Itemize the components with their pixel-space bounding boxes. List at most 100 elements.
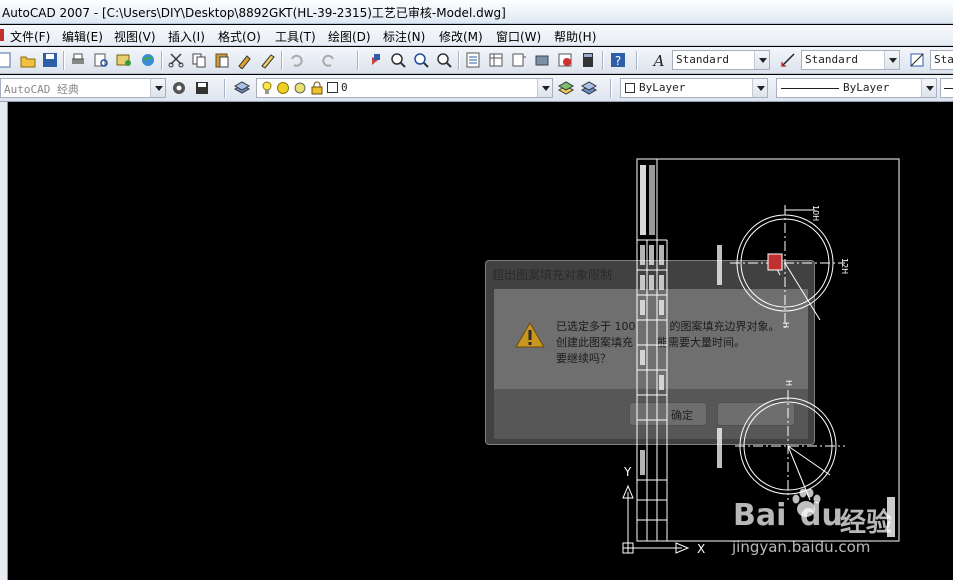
color-swatch <box>625 83 635 93</box>
workspace-value: AutoCAD 经典 <box>4 83 79 96</box>
dim-style-value: Standard <box>805 53 858 66</box>
tool-palettes-icon[interactable] <box>510 51 528 69</box>
watermark-url: jingyan.baidu.com <box>732 538 871 556</box>
plot-preview-icon[interactable] <box>92 51 110 69</box>
separator <box>636 51 638 70</box>
undo-icon[interactable] <box>287 51 305 69</box>
menu-view[interactable]: 视图(V) <box>114 28 156 45</box>
dialog-message-line1-tail: 的图案填充边界对象。 <box>669 320 780 333</box>
menu-help[interactable]: 帮助(H) <box>554 28 596 45</box>
separator <box>458 51 460 70</box>
text-style-select[interactable]: Standard <box>672 50 770 70</box>
dialog-title: 超出图案填充对象限制 <box>492 268 613 282</box>
table-style-value: Sta <box>934 53 953 66</box>
watermark-brand: Bai <box>733 498 787 533</box>
color-select[interactable]: ByLayer <box>620 78 768 98</box>
menu-edit[interactable]: 编辑(E) <box>62 28 103 45</box>
chevron-down-icon[interactable] <box>884 51 899 69</box>
make-layer-current-icon[interactable] <box>557 79 575 97</box>
zoom-window-icon[interactable] <box>412 51 430 69</box>
workspace-select[interactable]: AutoCAD 经典 <box>0 78 166 98</box>
standard-toolbar: ? A Standard Standard Sta <box>0 47 953 74</box>
linetype-preview <box>781 88 839 89</box>
table-style-icon[interactable] <box>908 51 926 69</box>
menu-draw[interactable]: 绘图(D) <box>328 28 371 45</box>
markup-icon[interactable] <box>556 51 574 69</box>
layer-value: 0 <box>341 81 348 94</box>
copy-icon[interactable] <box>190 51 208 69</box>
paste-icon[interactable] <box>213 51 231 69</box>
warning-icon <box>515 321 545 349</box>
dialog-message-line2: 创建此图案填充 能需要大量时间。 <box>556 334 745 350</box>
lock-icon[interactable] <box>311 81 323 95</box>
dialog-message-line1: 已选定多于 100 的图案填充边界对象。 <box>556 318 780 334</box>
calculator-icon[interactable] <box>579 51 597 69</box>
layer-select[interactable]: 0 <box>256 78 553 98</box>
block-editor-icon[interactable] <box>259 51 277 69</box>
app-menu-icon[interactable] <box>0 29 4 41</box>
design-center-icon[interactable] <box>487 51 505 69</box>
menu-window[interactable]: 窗口(W) <box>496 28 541 45</box>
menu-bar: 文件(F) 编辑(E) 视图(V) 插入(I) 格式(O) 工具(T) 绘图(D… <box>0 25 953 46</box>
menu-file[interactable]: 文件(F) <box>10 28 50 45</box>
new-icon[interactable] <box>0 51 14 69</box>
dialog-message-line2-head: 创建此图案填充 <box>556 336 633 349</box>
separator <box>224 79 226 98</box>
dialog-message-line3: 要继续吗？ <box>556 352 611 365</box>
menu-insert[interactable]: 插入(I) <box>168 28 205 45</box>
globe-icon[interactable] <box>139 51 157 69</box>
menu-dimension[interactable]: 标注(N) <box>383 28 425 45</box>
match-properties-icon[interactable] <box>236 51 254 69</box>
workspace-settings-icon[interactable] <box>170 79 188 97</box>
chevron-down-icon[interactable] <box>754 51 769 69</box>
lightbulb-icon[interactable] <box>261 81 273 95</box>
layer-previous-icon[interactable] <box>580 79 598 97</box>
dim-style-select[interactable]: Standard <box>801 50 900 70</box>
layer-color-swatch <box>327 82 338 93</box>
menu-modify[interactable]: 修改(M) <box>439 28 483 45</box>
print-icon[interactable] <box>69 51 87 69</box>
chevron-down-icon[interactable] <box>537 79 552 97</box>
ok-button-label: 确定 <box>671 409 693 422</box>
watermark-brand-jingyan: 经验 <box>840 508 893 538</box>
chevron-down-icon[interactable] <box>921 79 936 97</box>
workspace-save-icon[interactable] <box>193 79 211 97</box>
chevron-down-icon[interactable] <box>150 79 165 97</box>
redo-icon[interactable] <box>320 51 338 69</box>
table-style-select[interactable]: Sta <box>930 50 953 70</box>
lineweight-select[interactable] <box>940 78 953 98</box>
chevron-down-icon[interactable] <box>752 79 767 97</box>
separator <box>610 79 612 98</box>
separator <box>161 51 163 70</box>
pan-icon[interactable] <box>366 51 384 69</box>
color-value: ByLayer <box>639 81 686 94</box>
open-icon[interactable] <box>19 51 37 69</box>
svg-text:A: A <box>652 52 665 69</box>
save-icon[interactable] <box>41 51 59 69</box>
hatch-limit-dialog: 超出图案填充对象限制 已选定多于 100 的图案填充边界对象。 创建此图案填充 能需… <box>485 260 815 445</box>
layer-manager-icon[interactable] <box>233 79 251 97</box>
ok-button[interactable]: 确定 <box>629 402 707 426</box>
text-style-icon[interactable]: A <box>650 51 668 69</box>
separator <box>357 51 359 70</box>
sheet-set-icon[interactable] <box>533 51 551 69</box>
dialog-message-line2-tail: 能需要大量时间。 <box>657 336 745 349</box>
linetype-value: ByLayer <box>843 81 890 94</box>
window-title: AutoCAD 2007 - [C:\Users\DIY\Desktop\889… <box>2 6 506 20</box>
cut-icon[interactable] <box>167 51 185 69</box>
separator <box>602 51 604 70</box>
left-dock-strip <box>0 102 8 580</box>
svg-text:?: ? <box>615 54 621 68</box>
dim-style-icon[interactable] <box>779 51 797 69</box>
help-icon[interactable]: ? <box>609 51 627 69</box>
menu-format[interactable]: 格式(O) <box>218 28 261 45</box>
freeze-viewport-icon[interactable] <box>293 81 307 95</box>
menu-tools[interactable]: 工具(T) <box>275 28 316 45</box>
cancel-button[interactable] <box>717 402 795 426</box>
sun-icon[interactable] <box>277 82 289 94</box>
linetype-select[interactable]: ByLayer <box>776 78 937 98</box>
zoom-previous-icon[interactable] <box>435 51 453 69</box>
publish-icon[interactable] <box>115 51 133 69</box>
zoom-realtime-icon[interactable] <box>389 51 407 69</box>
properties-icon[interactable] <box>464 51 482 69</box>
